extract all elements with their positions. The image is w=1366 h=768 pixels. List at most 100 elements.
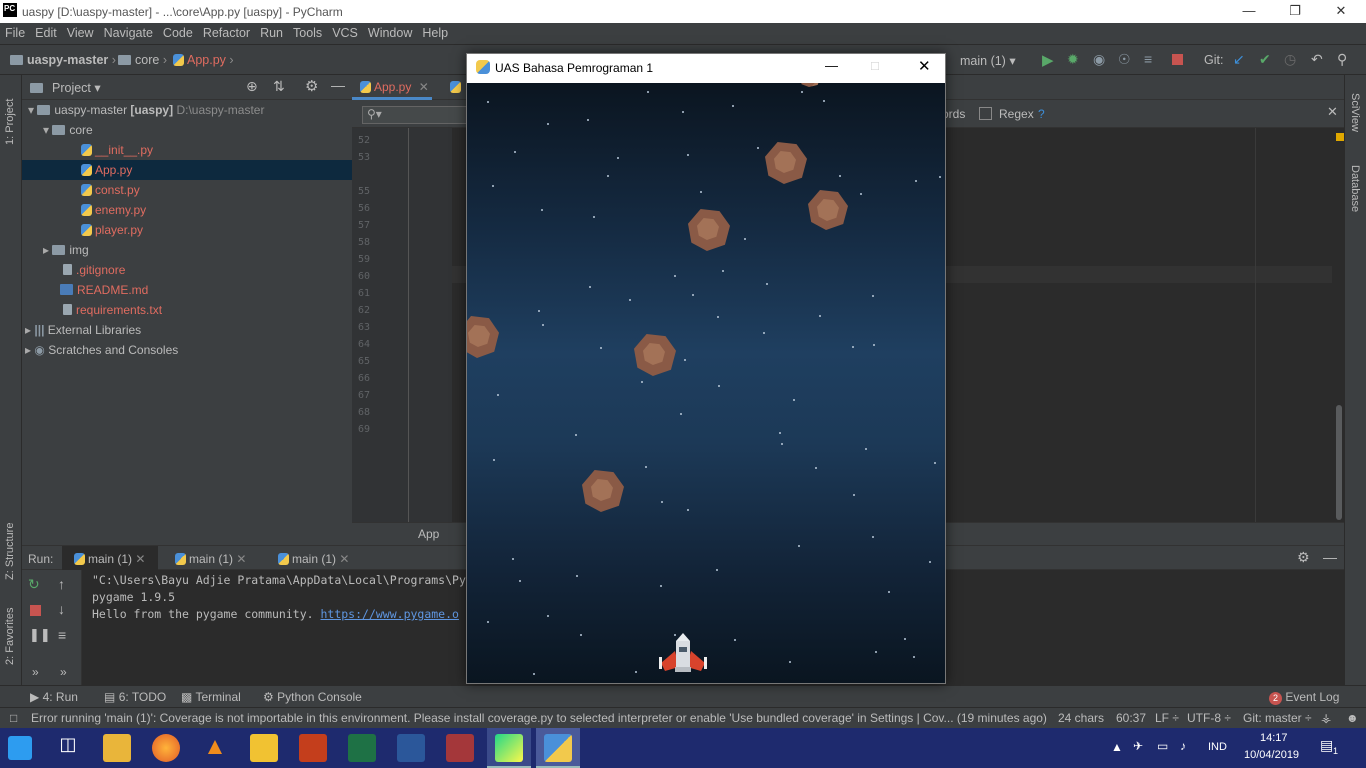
search-everywhere-icon[interactable]: ⚲	[1337, 51, 1347, 68]
tree-item-requirements[interactable]: requirements.txt	[22, 300, 352, 320]
menu-window[interactable]: Window	[363, 23, 417, 40]
regex-help-icon[interactable]: ?	[1038, 107, 1045, 121]
profile-icon[interactable]: ☉	[1118, 51, 1131, 68]
git-update-icon[interactable]: ↙	[1233, 51, 1245, 68]
lock-icon[interactable]: ⚶	[1321, 711, 1331, 725]
menu-help[interactable]: Help	[417, 23, 453, 40]
scroll-down-icon[interactable]: ↓	[58, 601, 65, 617]
project-panel-title[interactable]: Project ▾	[52, 80, 101, 95]
soft-wrap-icon[interactable]: ≡	[58, 627, 66, 643]
restore-button[interactable]: ❐	[1272, 2, 1318, 21]
volume-icon[interactable]: ♪	[1180, 739, 1186, 753]
more-icon[interactable]: »	[60, 665, 67, 679]
inspection-warning-icon[interactable]	[1336, 133, 1344, 141]
terminal-tool-tab[interactable]: ▩ Terminal	[181, 690, 241, 704]
breadcrumb-folder[interactable]: core ›	[118, 53, 167, 67]
firefox-icon[interactable]	[152, 734, 180, 762]
inspector-icon[interactable]: ☻	[1346, 711, 1359, 725]
run-config-select[interactable]: main (1) ▾	[960, 53, 1016, 68]
editor-scrollbar[interactable]	[1336, 405, 1342, 520]
powerpoint-icon[interactable]	[299, 734, 327, 762]
tree-item-const[interactable]: const.py	[22, 180, 352, 200]
tree-item-player[interactable]: player.py	[22, 220, 352, 240]
tree-item-readme[interactable]: README.md	[22, 280, 352, 300]
menu-refactor[interactable]: Refactor	[198, 23, 255, 40]
locate-icon[interactable]: ⊕	[246, 78, 258, 95]
tree-item-scratches[interactable]: ▸ ◉ Scratches and Consoles	[22, 340, 352, 360]
windows-start-icon[interactable]	[8, 736, 32, 760]
scroll-up-icon[interactable]: ↑	[58, 576, 65, 592]
winrar-icon[interactable]	[250, 734, 278, 762]
tree-item-external-libraries[interactable]: ▸ ||| External Libraries	[22, 320, 352, 340]
close-tab-icon[interactable]: ✕	[236, 552, 246, 566]
python-console-tool-tab[interactable]: ⚙ Python Console	[263, 690, 362, 704]
status-toggle-icon[interactable]: □	[10, 711, 17, 725]
tree-item-img[interactable]: ▸ img	[22, 240, 352, 260]
action-center-icon[interactable]: ▤	[1320, 737, 1333, 754]
tree-item-init[interactable]: __init__.py	[22, 140, 352, 160]
debug-icon[interactable]: ✹	[1067, 51, 1079, 68]
minimize-button[interactable]: —	[825, 58, 838, 73]
hide-panel-icon[interactable]: —	[331, 77, 345, 93]
coverage-icon[interactable]: ◉	[1093, 51, 1105, 68]
menu-tools[interactable]: Tools	[288, 23, 327, 40]
search-input[interactable]: ⚲▾	[362, 106, 472, 124]
stop-icon[interactable]	[1172, 54, 1183, 65]
menu-vcs[interactable]: VCS	[327, 23, 363, 40]
collapse-icon[interactable]: ⇅	[273, 78, 285, 95]
stop-icon[interactable]	[30, 605, 41, 616]
rerun-icon[interactable]: ↻	[28, 576, 40, 593]
run-tab-1[interactable]: main (1) ✕	[62, 546, 158, 570]
tray-expand-icon[interactable]: ▲	[1111, 740, 1123, 754]
status-git-branch[interactable]: Git: master ÷	[1243, 711, 1312, 725]
rollback-icon[interactable]: ↶	[1311, 51, 1323, 68]
menu-view[interactable]: View	[62, 23, 99, 40]
concurrency-icon[interactable]: ≡	[1144, 51, 1152, 67]
task-view-icon[interactable]: ◫	[54, 734, 82, 762]
project-tool-button[interactable]: 1: Project	[4, 85, 16, 145]
game-canvas[interactable]	[467, 83, 945, 683]
close-tab-icon[interactable]: ✕	[419, 80, 429, 94]
run-tool-tab[interactable]: ▶ 4: Run	[30, 690, 78, 704]
language-indicator[interactable]: IND	[1208, 741, 1227, 753]
excel-icon[interactable]	[348, 734, 376, 762]
menu-file[interactable]: File	[0, 23, 30, 40]
battery-icon[interactable]: ▭	[1157, 739, 1168, 753]
menu-navigate[interactable]: Navigate	[99, 23, 158, 40]
close-tab-icon[interactable]: ✕	[135, 552, 145, 566]
run-tab-3[interactable]: main (1) ✕	[278, 552, 349, 566]
tree-item-enemy[interactable]: enemy.py	[22, 200, 352, 220]
tab-app-py[interactable]: App.py ✕	[360, 80, 429, 94]
vlc-icon[interactable]: ▲	[201, 734, 229, 762]
regex-checkbox[interactable]	[979, 107, 992, 120]
close-button[interactable]: ✕	[1318, 2, 1364, 21]
pause-icon[interactable]: ❚❚	[29, 627, 51, 643]
breadcrumb-file[interactable]: App.py ›	[173, 53, 234, 67]
close-button[interactable]: ✕	[918, 57, 931, 75]
breadcrumb-project[interactable]: uaspy-master ›	[10, 53, 116, 67]
run-icon[interactable]: ▶	[1042, 51, 1054, 69]
gear-icon[interactable]: ⚙	[1297, 549, 1310, 566]
tab-second[interactable]	[450, 80, 464, 94]
event-log-tool-tab[interactable]: 2 Event Log	[1269, 690, 1339, 705]
sciview-tool-button[interactable]: SciView	[1349, 93, 1361, 143]
minimize-button[interactable]: —	[1226, 2, 1272, 21]
python-taskbar-button[interactable]	[536, 728, 580, 768]
history-icon[interactable]: ◷	[1284, 51, 1296, 68]
git-commit-icon[interactable]: ✔	[1259, 51, 1271, 68]
tree-item-app[interactable]: App.py	[22, 160, 352, 180]
network-icon[interactable]: ✈	[1133, 739, 1143, 753]
status-caret-position[interactable]: 60:37	[1116, 711, 1146, 725]
status-encoding[interactable]: UTF-8 ÷	[1187, 711, 1231, 725]
status-line-separator[interactable]: LF ÷	[1155, 711, 1179, 725]
hide-panel-icon[interactable]: —	[1323, 549, 1337, 565]
favorites-tool-button[interactable]: 2: Favorites	[4, 600, 16, 665]
pycharm-taskbar-button[interactable]	[487, 728, 531, 768]
close-tab-icon[interactable]: ✕	[339, 552, 349, 566]
clock-time[interactable]: 14:17	[1260, 732, 1288, 744]
word-icon[interactable]	[397, 734, 425, 762]
tree-item-root[interactable]: ▾ uaspy-master [uaspy] D:\uaspy-master	[22, 100, 352, 120]
menu-edit[interactable]: Edit	[30, 23, 62, 40]
gear-icon[interactable]: ⚙	[305, 77, 318, 95]
menu-code[interactable]: Code	[158, 23, 198, 40]
